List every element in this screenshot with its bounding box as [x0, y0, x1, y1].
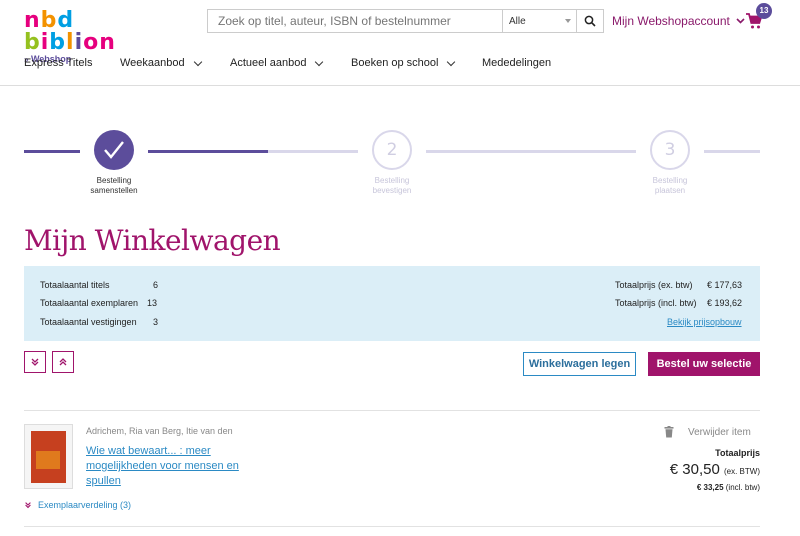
- book-cover[interactable]: [24, 424, 73, 489]
- search-scope-select[interactable]: Alle: [502, 10, 576, 32]
- progress-line: [268, 150, 358, 153]
- summary-value: € 177,63: [707, 280, 743, 290]
- nav-label: Boeken op school: [351, 57, 439, 69]
- nav-item-weekaanbod[interactable]: Weekaanbod: [120, 57, 230, 69]
- item-price-incl: € 33,25 (incl. btw): [696, 483, 760, 492]
- step-2-label: Bestelling bevestigen: [372, 176, 412, 195]
- progress-line: [148, 150, 268, 153]
- item-authors: Adrichem, Ria van Berg, Itie van den: [86, 426, 233, 436]
- summary-value: 3: [153, 317, 159, 327]
- double-chevron-up-icon: [59, 358, 67, 366]
- double-chevron-down-icon: [25, 502, 31, 509]
- summary-label: Totaalaantal exemplaren: [40, 298, 139, 308]
- collapse-all-button[interactable]: [52, 351, 74, 373]
- double-chevron-down-icon: [31, 358, 39, 366]
- step-2: 2: [372, 130, 412, 170]
- cart-summary: Totaalaantal titels 6 Totaalaantal exemp…: [24, 266, 760, 341]
- step-1-done: [94, 130, 134, 170]
- progress-line: [426, 150, 636, 153]
- checkout-progress: Bestelling samenstellen 2 Bestelling beves…: [24, 130, 760, 200]
- nav-item-mededelingen[interactable]: Mededelingen: [482, 57, 551, 69]
- order-selection-button[interactable]: Bestel uw selectie: [648, 352, 760, 376]
- divider: [24, 526, 760, 527]
- page-title: Mijn Winkelwagen: [24, 224, 281, 257]
- chevron-down-icon: [447, 57, 456, 66]
- nav-item-actueel-aanbod[interactable]: Actueel aanbod: [230, 57, 351, 69]
- summary-label: Totaalaantal titels: [40, 280, 110, 290]
- summary-label: Totaalaantal vestigingen: [40, 317, 137, 327]
- copies-distribution-label: Exemplaarverdeling (3): [38, 500, 132, 510]
- item-price-ex: € 30,50 (ex. BTW): [669, 461, 760, 478]
- summary-value: 6: [153, 280, 159, 290]
- progress-line: [704, 150, 760, 153]
- nav-item-boeken-op-school[interactable]: Boeken op school: [351, 57, 482, 69]
- header: nbd biblion » Webshop Alle Mijn Webshopa…: [0, 0, 800, 86]
- search-button[interactable]: [576, 10, 603, 32]
- price-breakdown-link[interactable]: Bekijk prijsopbouw: [667, 317, 742, 327]
- logo-wordmark: nbd biblion: [24, 8, 116, 55]
- summary-value: € 193,62: [707, 298, 743, 308]
- nav-label: Weekaanbod: [120, 57, 185, 69]
- search-icon: [584, 15, 596, 27]
- divider: [24, 410, 760, 411]
- remove-item-label: Verwijder item: [688, 426, 751, 438]
- checkmark-icon: [104, 141, 124, 159]
- book-cover-image: [31, 431, 66, 483]
- chevron-down-icon: [736, 18, 745, 24]
- account-label: Mijn Webshopaccount: [612, 14, 730, 28]
- nav-label: Mededelingen: [482, 57, 552, 69]
- caret-down-icon: [565, 19, 571, 23]
- progress-line: [24, 150, 80, 153]
- account-menu[interactable]: Mijn Webshopaccount: [612, 14, 745, 28]
- remove-item-button[interactable]: Verwijder item: [664, 426, 751, 438]
- summary-label: Totaalprijs (ex. btw): [615, 280, 693, 290]
- search-scope-value: Alle: [509, 16, 526, 27]
- search-input[interactable]: [208, 10, 502, 32]
- nav-label: Express Titels: [24, 57, 93, 69]
- summary-value: 13: [147, 298, 158, 308]
- chevron-down-icon: [193, 57, 202, 66]
- copies-distribution-toggle[interactable]: Exemplaarverdeling (3): [24, 500, 131, 510]
- search-bar: Alle: [207, 9, 604, 33]
- expand-all-button[interactable]: [24, 351, 46, 373]
- step-3: 3: [650, 130, 690, 170]
- chevron-down-icon: [315, 57, 324, 66]
- step-3-label: Bestelling plaatsen: [652, 176, 688, 195]
- main-nav: Express Titels Weekaanbod Actueel aanbod…: [24, 57, 551, 69]
- summary-label: Totaalprijs (incl. btw): [615, 298, 697, 308]
- step-1-label: Bestelling samenstellen: [90, 176, 138, 195]
- logo[interactable]: nbd biblion » Webshop: [24, 10, 154, 65]
- nav-label: Actueel aanbod: [230, 57, 307, 69]
- item-title-link[interactable]: Wie wat bewaart... : meer mogelijkheden …: [86, 444, 246, 489]
- trash-icon: [664, 426, 674, 438]
- nav-item-express-titels[interactable]: Express Titels: [24, 57, 120, 69]
- clear-cart-button[interactable]: Winkelwagen legen: [523, 352, 636, 376]
- cart-count-badge: 13: [756, 3, 772, 19]
- item-total-label: Totaalprijs: [715, 448, 760, 458]
